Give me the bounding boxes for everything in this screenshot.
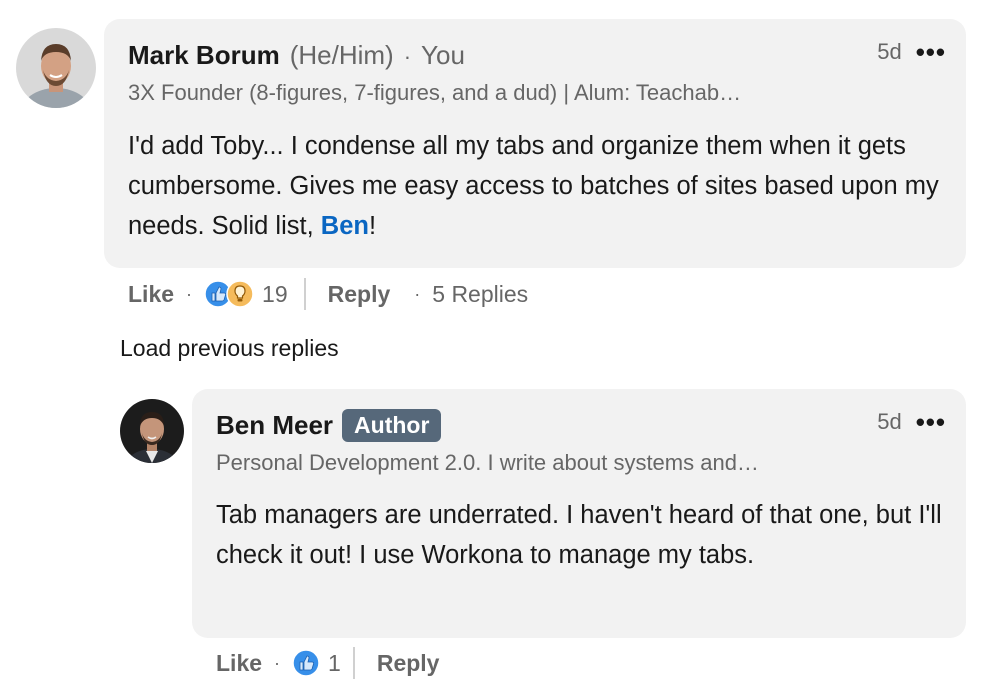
avatar[interactable] (120, 399, 184, 463)
reply-bubble: Ben Meer Author Personal Development 2.0… (192, 389, 966, 638)
like-button[interactable]: Like (216, 650, 262, 677)
comment-meta: 5d ••• (877, 39, 946, 65)
comment-actions: Like · 19 Reply · 5 Replies (128, 276, 528, 312)
replies-count-link[interactable]: 5 Replies (432, 281, 528, 308)
load-previous-replies-button[interactable]: Load previous replies (120, 335, 339, 362)
reply-timestamp: 5d (877, 409, 902, 434)
comment-bubble: Mark Borum (He/Him) · You 3X Founder (8-… (104, 19, 966, 268)
more-options-icon[interactable]: ••• (916, 39, 946, 65)
reply-button[interactable]: Reply (377, 650, 440, 677)
commenter-headline[interactable]: 3X Founder (8-figures, 7-figures, and a … (128, 80, 741, 106)
replier-headline[interactable]: Personal Development 2.0. I write about … (216, 450, 759, 476)
avatar[interactable] (16, 28, 96, 108)
reply-actions: Like · 1 Reply (216, 645, 439, 681)
reactions-summary[interactable]: 1 (292, 649, 341, 677)
you-label: You (421, 40, 465, 70)
separator-dot: · (403, 44, 412, 69)
comment-text-body: I'd add Toby... I condense all my tabs a… (128, 132, 939, 240)
reactions-summary[interactable]: 19 (204, 280, 288, 308)
reply-button[interactable]: Reply (328, 281, 391, 308)
like-reaction-icon (292, 649, 320, 677)
insightful-reaction-icon (226, 280, 254, 308)
reaction-count: 19 (262, 280, 288, 307)
separator-dot: · (274, 652, 281, 673)
comment-text-end: ! (368, 212, 377, 240)
commenter-name[interactable]: Mark Borum (128, 40, 280, 71)
reply-meta: 5d ••• (877, 409, 946, 435)
separator-dot: · (186, 283, 193, 304)
like-button[interactable]: Like (128, 281, 174, 308)
comment-thread: Mark Borum (He/Him) · You 3X Founder (8-… (0, 0, 988, 692)
comment-header: Mark Borum (He/Him) · You (128, 40, 465, 71)
mention-link[interactable]: Ben (321, 212, 369, 240)
replier-name[interactable]: Ben Meer (216, 410, 333, 441)
reaction-count: 1 (328, 649, 341, 676)
reply-text: Tab managers are underrated. I haven't h… (216, 501, 942, 569)
more-options-icon[interactable]: ••• (916, 409, 946, 435)
reply-header: Ben Meer Author (216, 409, 442, 442)
action-divider (352, 647, 355, 679)
comment-text: I'd add Toby... I condense all my tabs a… (128, 126, 948, 246)
action-divider (303, 278, 306, 310)
separator-dot: · (414, 283, 421, 304)
commenter-pronouns: (He/Him) (289, 40, 394, 70)
comment-timestamp: 5d (877, 39, 902, 64)
author-badge: Author (342, 409, 442, 442)
